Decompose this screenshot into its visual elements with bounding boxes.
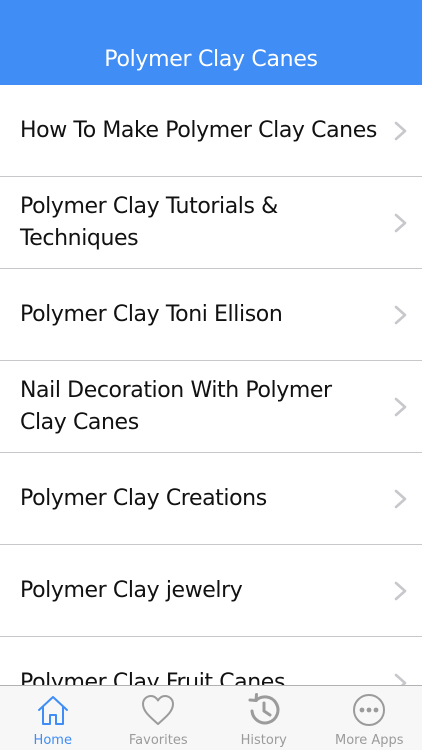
more-icon — [350, 691, 388, 729]
chevron-right-icon — [392, 304, 410, 326]
page-title: Polymer Clay Canes — [104, 47, 318, 72]
chevron-right-icon — [392, 580, 410, 602]
tab-label: History — [240, 733, 287, 748]
history-icon — [245, 691, 283, 729]
list-item[interactable]: How To Make Polymer Clay Canes — [0, 85, 422, 177]
list-item-label: Polymer Clay Tutorials & Techniques — [20, 193, 278, 251]
chevron-right-icon — [392, 396, 410, 418]
list-item[interactable]: Polymer Clay Tutorials & Techniques — [0, 177, 422, 269]
list-item-label: Polymer Clay Toni Ellison — [20, 301, 283, 327]
list-item-label: How To Make Polymer Clay Canes — [20, 117, 377, 143]
heart-icon — [139, 691, 177, 729]
chevron-right-icon — [392, 488, 410, 510]
topics-list[interactable]: How To Make Polymer Clay Canes Polymer C… — [0, 85, 422, 685]
list-item[interactable]: Polymer Clay jewelry — [0, 545, 422, 637]
tab-favorites[interactable]: Favorites — [106, 686, 212, 750]
tab-more-apps[interactable]: More Apps — [317, 686, 422, 750]
list-item-label: Polymer Clay jewelry — [20, 577, 243, 603]
list-item[interactable]: Polymer Clay Creations — [0, 453, 422, 545]
list-item-label: Nail Decoration With Polymer Clay Canes — [20, 377, 332, 435]
list-item[interactable]: Polymer Clay Fruit Canes — [0, 637, 422, 685]
chevron-right-icon — [392, 120, 410, 142]
list-item[interactable]: Polymer Clay Toni Ellison — [0, 269, 422, 361]
chevron-right-icon — [392, 212, 410, 234]
list-item-label: Polymer Clay Creations — [20, 485, 267, 511]
navigation-bar: Polymer Clay Canes — [0, 0, 422, 85]
list-item[interactable]: Nail Decoration With Polymer Clay Canes — [0, 361, 422, 453]
tab-label: Home — [33, 733, 72, 748]
tab-home[interactable]: Home — [0, 686, 106, 750]
tab-bar: Home Favorites History More Apps — [0, 685, 422, 750]
list-item-label: Polymer Clay Fruit Canes — [20, 669, 286, 686]
home-icon — [34, 691, 72, 729]
chevron-right-icon — [392, 672, 410, 685]
app-screen: Polymer Clay Canes How To Make Polymer C… — [0, 0, 422, 750]
tab-history[interactable]: History — [211, 686, 317, 750]
tab-label: Favorites — [128, 733, 188, 748]
tab-label: More Apps — [334, 733, 404, 748]
